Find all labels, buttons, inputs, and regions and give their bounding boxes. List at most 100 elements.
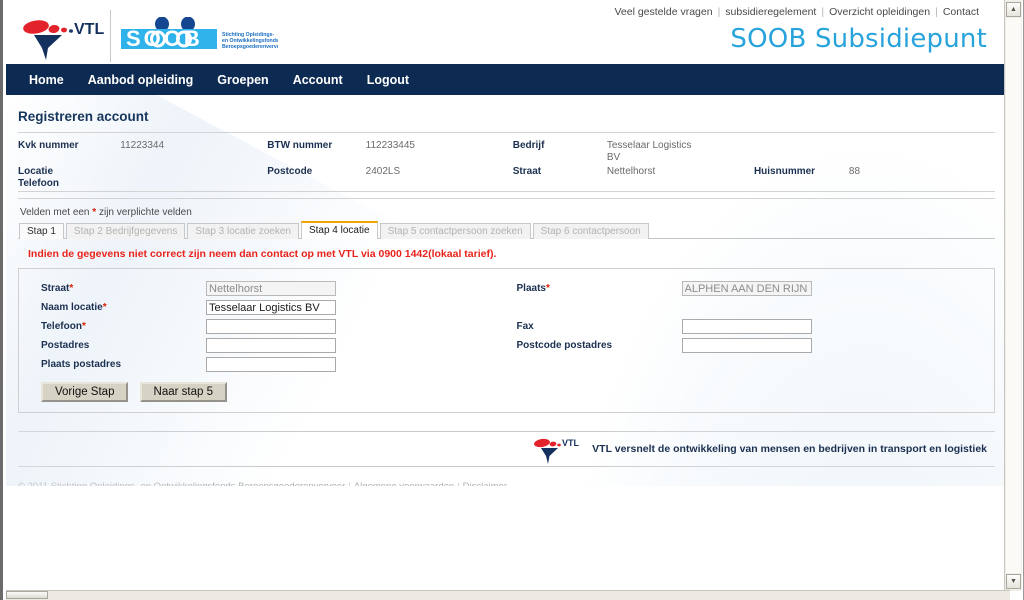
field-row-plaats: Plaats* — [507, 279, 983, 298]
field-input-plaats[interactable] — [681, 281, 812, 296]
field-input-postcode-postadres[interactable] — [681, 338, 812, 353]
tab-stap-1[interactable]: Stap 1 — [19, 223, 64, 239]
footer-tagline-band: VTL VTL versnelt de ontwikkeling van men… — [6, 432, 1007, 466]
footer-vtl-logo-icon: VTL — [534, 438, 580, 464]
horizontal-scrollbar-thumb[interactable] — [6, 591, 48, 599]
nav-link-home[interactable]: Home — [17, 73, 76, 87]
nav-item-account[interactable]: Account — [281, 73, 355, 87]
nav-item-groepen[interactable]: Groepen — [205, 73, 280, 87]
below-fold-whitespace — [6, 486, 1007, 591]
info-label-locatie-telefoon: Locatie Telefoon — [18, 165, 120, 192]
tab-stap-6-contactpersoon[interactable]: Stap 6 contactpersoon — [532, 223, 649, 239]
form-column-right: Plaats* Fax — [507, 279, 983, 374]
required-note-after: zijn verplichte velden — [96, 207, 192, 218]
field-label-naam-locatie: Naam locatie* — [31, 302, 206, 313]
site-title: SOOB Subsidiepunt — [730, 24, 987, 54]
required-fields-note: Velden met een * zijn verplichte velden — [18, 199, 995, 221]
soob-logo-icon: SOOB Stichting Opleidings- en Ontwikkeli… — [121, 16, 285, 51]
field-row-telefoon: Telefoon* — [31, 317, 507, 336]
account-info-table: Kvk nummer 11223344 BTW nummer 112233445… — [18, 139, 995, 192]
info-label-btw: BTW nummer — [267, 140, 333, 151]
info-value-locatie-telefoon — [120, 165, 267, 192]
field-input-naam-locatie[interactable] — [206, 300, 336, 315]
scroll-up-arrow-icon[interactable]: ▲ — [1006, 2, 1021, 17]
tab-stap-5-contactpersoon-zoeken[interactable]: Stap 5 contactpersoon zoeken — [379, 223, 531, 239]
top-link-faq[interactable]: Veel gestelde vragen — [610, 6, 716, 18]
browser-window: Veel gestelde vragen | subsidieregelement |… — [0, 0, 1024, 600]
info-value-btw: 112233445 — [365, 140, 415, 151]
soob-logo[interactable]: SOOB Stichting Opleidings- en Ontwikkeli… — [118, 16, 285, 53]
page-viewport: Veel gestelde vragen | subsidieregelement |… — [6, 0, 1007, 591]
field-input-postadres[interactable] — [206, 338, 336, 353]
nav-item-logout[interactable]: Logout — [355, 73, 421, 87]
info-value-postcode: 2402LS — [365, 166, 401, 177]
info-value-bedrijf: Tesselaar Logistics BV — [607, 139, 754, 165]
page-title: Registreren account — [18, 95, 995, 133]
info-value-bedrijf-line1: Tesselaar Logistics — [606, 140, 692, 151]
field-input-fax[interactable] — [681, 319, 812, 334]
required-note-before: Velden met een — [20, 207, 93, 218]
top-link-overzicht-opleidingen[interactable]: Overzicht opleidingen — [825, 6, 934, 18]
field-label-plaats-text: Plaats — [516, 283, 546, 294]
info-label-straat: Straat — [512, 166, 542, 177]
top-link-contact[interactable]: Contact — [939, 6, 983, 18]
field-required-plaats: * — [545, 283, 550, 294]
field-label-fax: Fax — [516, 321, 534, 332]
logo-band: VTL SOOB Stichting Opleidings- en Ontwik… — [6, 10, 1007, 64]
footer-vtl-logo: VTL — [530, 434, 584, 464]
tab-stap-4-locatie[interactable]: Stap 4 locatie — [300, 221, 378, 239]
info-value-kvk: 11223344 — [120, 140, 165, 151]
soob-tagline-line-3: Beroepsgoederenvervoer — [222, 44, 278, 50]
top-link-subsidieregelement[interactable]: subsidieregelement — [721, 6, 820, 18]
field-input-straat[interactable] — [206, 281, 336, 296]
field-input-plaats-postadres[interactable] — [206, 357, 336, 372]
next-step-button[interactable]: Naar stap 5 — [139, 382, 227, 402]
field-row-naam-locatie: Naam locatie* — [31, 298, 507, 317]
field-input-telefoon[interactable] — [206, 319, 336, 334]
vtl-logo[interactable]: VTL — [14, 8, 109, 64]
svg-text:VTL: VTL — [74, 21, 104, 38]
scroll-down-arrow-icon[interactable]: ▼ — [1006, 574, 1021, 589]
nav-item-home[interactable]: Home — [17, 73, 76, 87]
nav-link-groepen[interactable]: Groepen — [205, 73, 280, 87]
field-label-straat-text: Straat — [41, 283, 70, 294]
previous-step-button[interactable]: Vorige Stap — [41, 382, 129, 402]
tab-stap-2-bedrijfgegevens[interactable]: Stap 2 Bedrijfgegevens — [65, 223, 186, 239]
nav-item-aanbod-opleiding[interactable]: Aanbod opleiding — [76, 73, 206, 87]
vertical-scrollbar-track[interactable] — [1006, 18, 1021, 573]
info-row-2: Locatie Telefoon Postcode 2402LS Straat … — [18, 165, 995, 192]
tab-stap-3-locatie-zoeken[interactable]: Stap 3 locatie zoeken — [187, 223, 299, 239]
info-label-kvk: Kvk nummer — [18, 140, 79, 151]
field-label-straat: Straat* — [31, 283, 206, 294]
step-tabs: Stap 1 Stap 2 Bedrijfgegevens Stap 3 loc… — [18, 221, 995, 239]
info-label-telefoon: Telefoon — [18, 178, 59, 189]
nav-link-logout[interactable]: Logout — [355, 73, 421, 87]
form-buttons: Vorige Stap Naar stap 5 — [31, 382, 982, 402]
svg-text:VTL: VTL — [562, 438, 580, 448]
nav-link-account[interactable]: Account — [281, 73, 355, 87]
field-label-plaats: Plaats* — [507, 283, 682, 294]
info-label-locatie: Locatie — [18, 166, 54, 177]
info-value-blank-1 — [849, 139, 995, 165]
info-value-straat: Nettelhorst — [606, 166, 656, 177]
info-label-postcode: Postcode — [267, 166, 313, 177]
field-required-straat: * — [69, 283, 74, 294]
info-value-bedrijf-line2: BV — [606, 152, 621, 163]
field-label-telefoon: Telefoon* — [31, 321, 206, 332]
main-navigation: Home Aanbod opleiding Groepen Account Lo… — [6, 64, 1007, 95]
field-row-straat: Straat* — [31, 279, 507, 298]
field-row-postadres: Postadres — [31, 336, 507, 355]
footer-copyright: © 2011 Stichting Opleidings- en Ontwikke… — [6, 467, 1007, 486]
vertical-scrollbar[interactable]: ▲ ▼ — [1004, 0, 1022, 591]
field-row-fax: Fax — [507, 317, 983, 336]
top-links: Veel gestelde vragen | subsidieregelement |… — [610, 6, 983, 18]
nav-link-aanbod-opleiding[interactable]: Aanbod opleiding — [76, 73, 206, 87]
horizontal-scrollbar[interactable] — [6, 590, 1010, 600]
info-label-huisnummer: Huisnummer — [753, 166, 816, 177]
info-value-huisnummer: 88 — [848, 166, 861, 177]
vtl-logo-icon: VTL — [23, 20, 104, 60]
field-row-postcode-postadres: Postcode postadres — [507, 336, 983, 355]
content-area: Registreren account Kvk nummer 11223344 … — [6, 95, 1007, 413]
info-label-blank-1 — [754, 139, 849, 165]
form-column-left: Straat* Naam locatie* Telefoon* — [31, 279, 507, 374]
